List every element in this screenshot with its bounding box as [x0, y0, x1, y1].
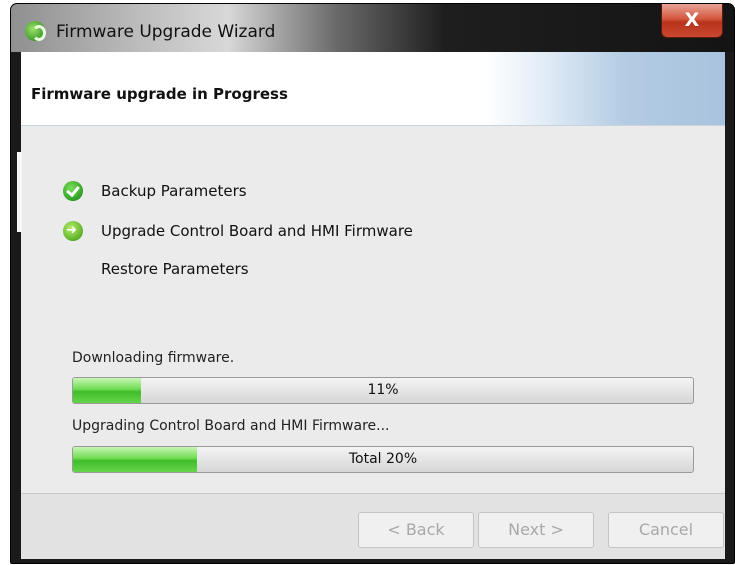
- total-progress-label: Total 20%: [348, 451, 418, 467]
- title-bar[interactable]: Firmware Upgrade Wizard X: [11, 4, 734, 52]
- wizard-window: Firmware Upgrade Wizard X Firmware upgra…: [10, 3, 735, 564]
- wizard-content: Firmware upgrade in Progress Backup Para…: [17, 52, 725, 559]
- left-edge-highlight: [17, 152, 22, 232]
- next-button[interactable]: Next >: [478, 512, 594, 548]
- close-button[interactable]: X: [661, 4, 723, 38]
- upgrade-status-text: Upgrading Control Board and HMI Firmware…: [72, 418, 390, 434]
- step-label: Backup Parameters: [101, 182, 247, 200]
- step-label: Restore Parameters: [101, 260, 249, 278]
- wizard-header: Firmware upgrade in Progress: [21, 52, 725, 126]
- step-upgrade-firmware: Upgrade Control Board and HMI Firmware: [63, 220, 413, 242]
- app-logo-icon: [25, 21, 46, 41]
- wizard-footer: < Back Next > Cancel: [21, 494, 725, 559]
- step-restore-parameters: Restore Parameters: [63, 258, 249, 280]
- total-progress-bar: Total 20%: [72, 446, 694, 473]
- page-title: Firmware upgrade in Progress: [31, 85, 288, 103]
- step-backup-parameters: Backup Parameters: [63, 180, 247, 202]
- download-progress-label: 11%: [367, 382, 399, 398]
- step-label: Upgrade Control Board and HMI Firmware: [101, 222, 413, 240]
- step-icon-placeholder: [63, 259, 83, 279]
- check-icon: [63, 181, 83, 201]
- cancel-button[interactable]: Cancel: [608, 512, 724, 548]
- download-progress-bar: 11%: [72, 377, 694, 404]
- download-status-text: Downloading firmware.: [72, 350, 235, 366]
- arrow-right-icon: [63, 221, 83, 241]
- back-button[interactable]: < Back: [358, 512, 474, 548]
- window-title: Firmware Upgrade Wizard: [56, 22, 276, 42]
